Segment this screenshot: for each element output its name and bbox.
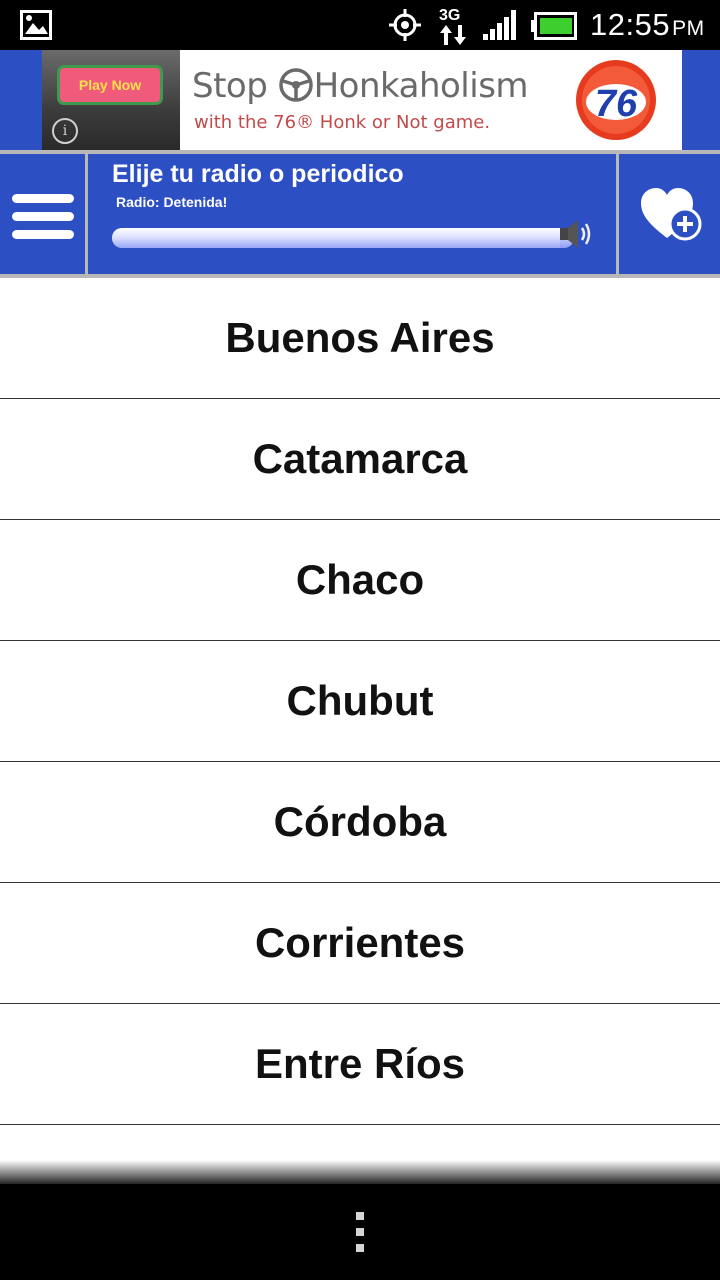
gallery-icon (20, 10, 52, 40)
navigation-bar (0, 1184, 720, 1280)
player-title: Elije tu radio o periodico (112, 160, 404, 188)
signal-icon (483, 10, 516, 40)
list-item[interactable]: Chubut (0, 641, 720, 762)
ad-strip: Play Now i Stop Honkaholism with the 76®… (0, 50, 720, 150)
overflow-menu-icon[interactable] (354, 1212, 366, 1256)
player-header: Elije tu radio o periodico Radio: Deteni… (0, 150, 720, 278)
status-bar: 3G 12:55PM (0, 0, 720, 50)
list-item[interactable]: Corrientes (0, 883, 720, 1004)
add-favorite-button[interactable] (616, 154, 720, 274)
progress-bar[interactable] (112, 228, 574, 248)
volume-icon[interactable] (558, 218, 594, 250)
menu-button[interactable] (0, 154, 88, 274)
list-item[interactable]: Buenos Aires (0, 278, 720, 399)
menu-icon-bar (12, 194, 74, 203)
heart-plus-icon (641, 188, 702, 241)
ad-headline-post: Honkaholism (313, 66, 529, 106)
status-clock: 12:55PM (590, 7, 705, 43)
player-status: Radio: Detenida! (116, 194, 228, 210)
ad-logo-text: 76 (595, 83, 638, 125)
gps-icon (389, 9, 421, 41)
ad-play-button[interactable]: Play Now (60, 68, 160, 102)
list-item[interactable]: Entre Ríos (0, 1004, 720, 1125)
list-item[interactable]: Catamarca (0, 399, 720, 520)
battery-icon (531, 12, 577, 40)
progress-fill (112, 228, 561, 248)
ad-info-icon[interactable]: i (52, 118, 78, 144)
clock-time: 12:55 (590, 7, 671, 42)
province-list[interactable]: Buenos Aires Catamarca Chaco Chubut Córd… (0, 278, 720, 1168)
ad-headline-pre: Stop (192, 66, 268, 106)
ad-tagline: with the 76® Honk or Not game. (194, 112, 491, 133)
network-3g-icon: 3G (439, 7, 466, 45)
player-panel: Elije tu radio o periodico Radio: Deteni… (90, 154, 618, 274)
clock-ampm: PM (672, 17, 705, 40)
ad-headline: Stop Honkaholism (192, 66, 529, 106)
menu-icon-bar (12, 230, 74, 239)
list-item[interactable]: Córdoba (0, 762, 720, 883)
bottom-fade (0, 1160, 720, 1184)
list-item[interactable]: Chaco (0, 520, 720, 641)
ad-banner[interactable]: Play Now i Stop Honkaholism with the 76®… (42, 50, 682, 150)
brand-76-logo: 76 (576, 60, 656, 140)
steering-wheel-icon (278, 68, 313, 102)
ad-image: Play Now i (42, 50, 180, 150)
menu-icon-bar (12, 212, 74, 221)
network-label: 3G (439, 7, 460, 24)
